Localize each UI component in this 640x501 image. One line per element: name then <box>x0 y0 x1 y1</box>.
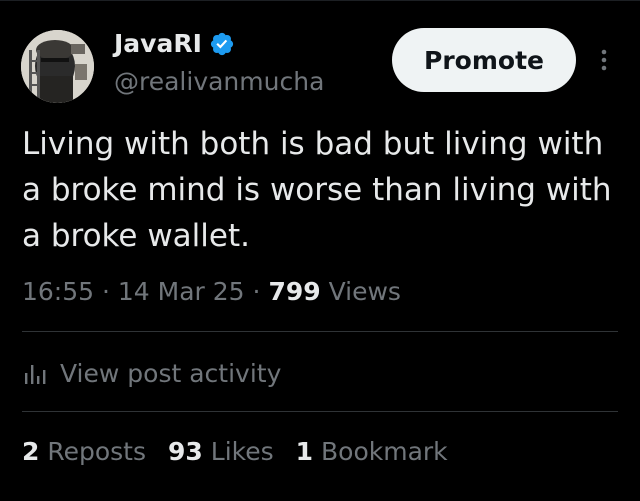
post-text: Living with both is bad but living with … <box>22 126 612 254</box>
bookmarks-count: 1 <box>295 437 314 466</box>
views-label: Views <box>328 277 401 306</box>
avatar[interactable] <box>21 30 94 103</box>
likes-stat[interactable]: 93 Likes <box>168 436 274 468</box>
post-stats: 2 Reposts 93 Likes 1 Bookmark <box>22 436 448 468</box>
views-count: 799 <box>268 277 321 306</box>
author-handle[interactable]: @realivanmucha <box>114 66 324 98</box>
bookmarks-label: Bookmark <box>321 437 448 466</box>
verified-badge-icon[interactable] <box>209 31 235 57</box>
meta-separator: · <box>102 277 110 306</box>
reposts-stat[interactable]: 2 Reposts <box>22 436 146 468</box>
avatar-image-icon <box>21 30 94 103</box>
top-border <box>0 0 640 1</box>
author-name[interactable]: JavaRI <box>114 28 202 60</box>
likes-count: 93 <box>168 437 203 466</box>
likes-label: Likes <box>210 437 274 466</box>
bookmarks-stat[interactable]: 1 Bookmark <box>296 436 448 468</box>
post-time[interactable]: 16:55 <box>22 277 94 306</box>
post-meta: 16:55 · 14 Mar 25 · 799 Views <box>22 276 401 308</box>
post-date[interactable]: 14 Mar 25 <box>118 277 245 306</box>
view-post-activity-link[interactable]: View post activity <box>22 358 281 390</box>
view-post-activity-label[interactable]: View post activity <box>60 358 281 390</box>
more-vertical-icon[interactable] <box>592 44 616 76</box>
divider <box>22 411 618 412</box>
promote-button[interactable]: Promote <box>392 28 576 92</box>
reposts-label: Reposts <box>47 437 147 466</box>
analytics-icon <box>22 361 48 387</box>
reposts-count: 2 <box>22 437 40 466</box>
divider <box>22 331 618 332</box>
meta-separator: · <box>252 277 261 306</box>
author-name-row[interactable]: JavaRI <box>114 28 235 60</box>
